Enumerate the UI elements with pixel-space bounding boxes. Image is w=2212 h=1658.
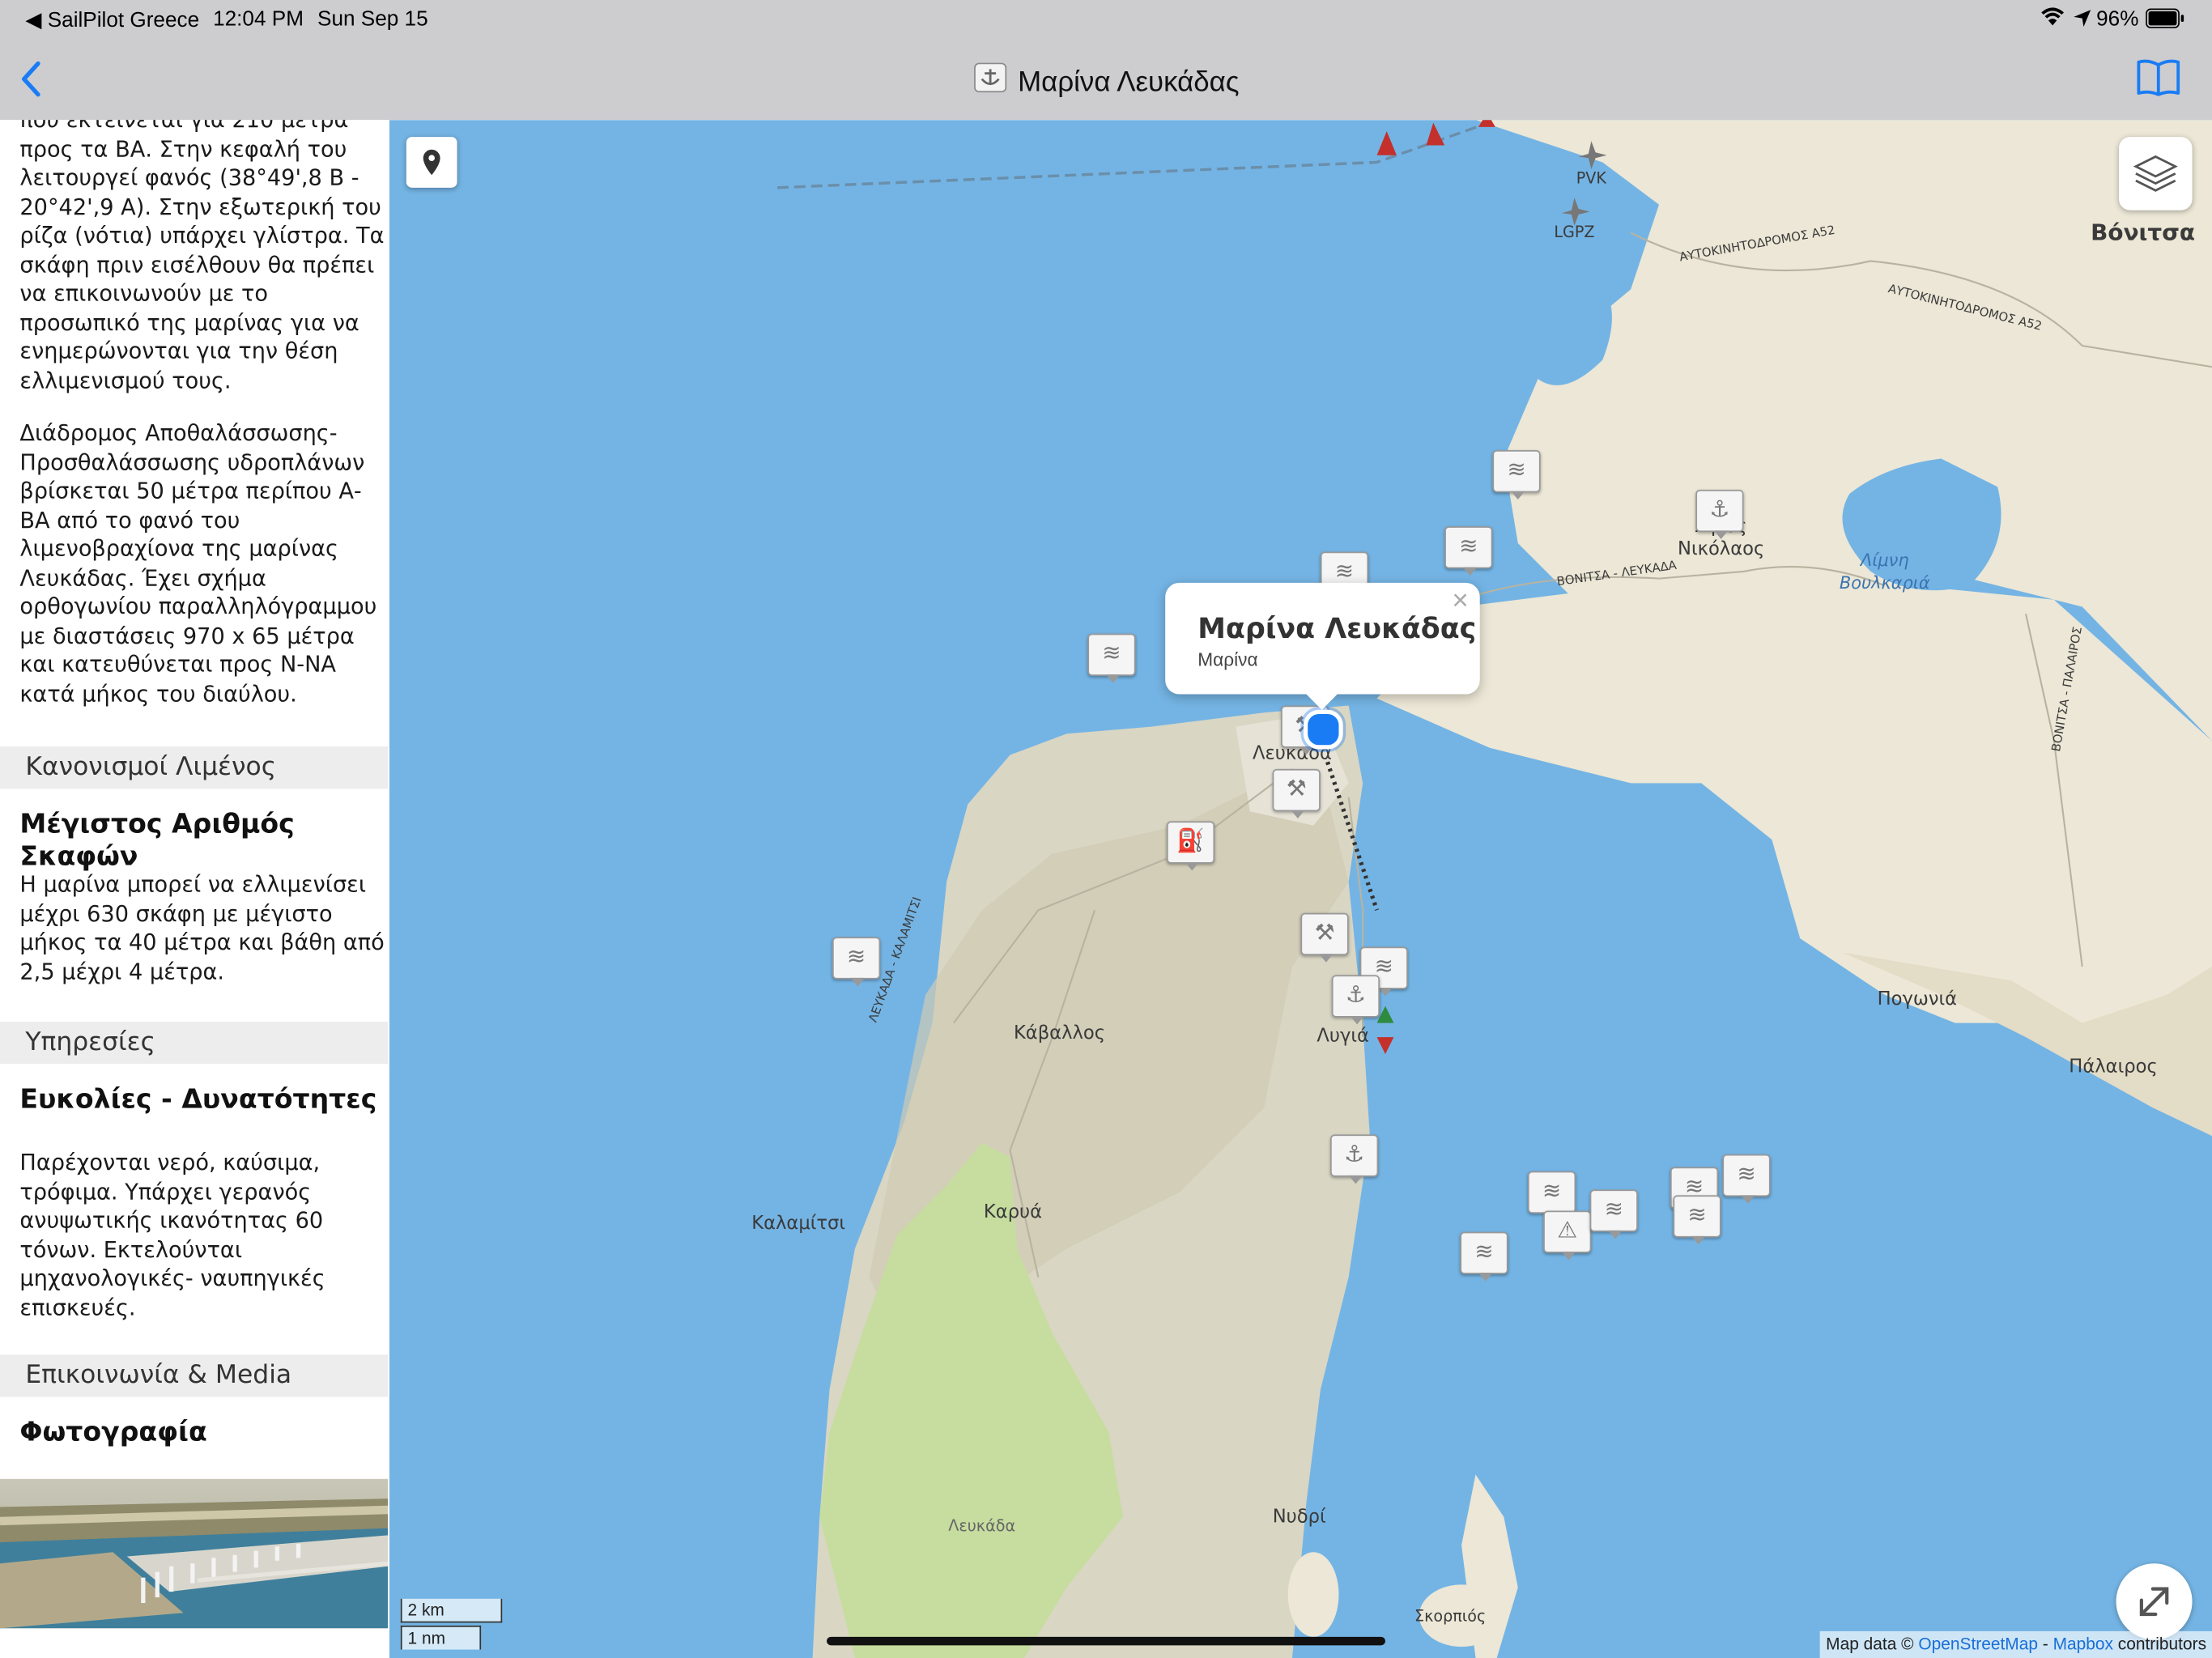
beach-marker[interactable]: ≋ [1589,1189,1638,1239]
marina-anchor-icon [972,62,1006,104]
beach-marker[interactable]: ≋ [1492,450,1541,500]
wifi-icon [2040,6,2065,36]
beach-marker[interactable]: ≋ [1460,1231,1508,1282]
anchorage-marker[interactable]: ⚓ [1330,1134,1379,1184]
battery-icon [2146,8,2185,35]
status-date: Sun Sep 15 [317,6,428,32]
label-kavallos: Κάβαλλος [1014,1022,1105,1044]
popup-close-button[interactable]: × [1452,585,1468,618]
battery-percent: 96% [2096,6,2139,32]
facilities-heading: Ευκολίες - Δυνατότητες [19,1083,377,1115]
page-title: Μαρίνα Λευκάδας [1018,66,1240,99]
openstreetmap-link[interactable]: OpenStreetMap [1918,1634,2038,1653]
repair-marker[interactable]: ⚒ [1272,768,1321,818]
beach-marker[interactable]: ≋ [1444,526,1493,576]
location-arrow-icon [2073,8,2092,35]
facilities-paragraph: Παρέχονται νερό, καύσιμα, τρόφιμα. Υπάρχ… [19,1150,325,1320]
fuel-marker[interactable]: ⛽ [1166,821,1215,871]
location-pin-icon [423,149,440,176]
top-bar: ◀ SailPilot Greece 12:04 PM Sun Sep 15 9… [0,0,2212,121]
home-indicator[interactable] [827,1636,1385,1646]
locate-button[interactable] [406,137,457,188]
anchorage-marker[interactable]: ⚓ [1331,975,1380,1025]
beach-marker[interactable]: ≋ [1722,1154,1771,1204]
section-header-contact: Επικοινωνία & Media [0,1354,389,1397]
label-kalamitsi: Καλαμίτσι [751,1213,845,1234]
beach-marker[interactable]: ≋ [1527,1171,1576,1221]
beach-marker[interactable]: ≋ [832,937,881,987]
expand-icon [2139,1587,2169,1617]
repair-marker[interactable]: ⚒ [1300,912,1349,963]
label-lake-a: Λίμνη [1859,551,1909,570]
map-attribution: Map data © OpenStreetMap - Mapbox contri… [1820,1630,2212,1658]
marina-popup[interactable]: Μαρίνα Λευκάδας Μαρίνα × [1165,582,1480,710]
label-karya: Καρυά [984,1201,1042,1222]
seaplane-paragraph: Διάδρομος Αποθαλάσσωσης- Προσθαλάσσωσης … [19,420,377,707]
book-button[interactable] [2134,57,2182,106]
label-nikolaos: Νικόλαος [1678,538,1764,559]
section-header-regulations: Κανονισμοί Λιμένος [0,746,389,789]
map-layers-button[interactable] [2119,137,2193,210]
nav-title-bar: Μαρίνα Λευκάδας [0,62,2212,104]
popup-title: Μαρίνα Λευκάδας [1197,610,1477,645]
back-to-app-link[interactable]: ◀ SailPilot Greece [25,7,199,32]
nautical-map[interactable]: Βόνιτσα Άγιος Νικόλαος Λίμνη Βουλκαριά Κ… [389,120,2212,1658]
fullscreen-button[interactable] [2116,1563,2193,1640]
popup-subtitle: Μαρίνα [1197,648,1258,670]
label-lefkada-mtn: Λευκάδα [948,1516,1015,1535]
beach-marker[interactable]: ≋ [1673,1195,1721,1245]
marina-photo[interactable] [0,1478,389,1629]
label-palairos: Πάλαιρος [2069,1056,2157,1078]
label-pogonia: Πογωνιά [1878,988,1957,1010]
layers-icon [2133,155,2178,192]
label-skorpios: Σκορπιός [1414,1607,1486,1626]
selected-location-marker[interactable] [1303,709,1343,750]
anchorage-marker[interactable]: ⚓ [1695,489,1744,539]
book-icon [2137,59,2180,96]
photo-heading: Φωτογραφία [19,1416,207,1448]
label-vonitsa: Βόνιτσα [2091,219,2195,245]
scale-bar: 2 km 1 nm [400,1598,503,1652]
label-nydri: Νυδρί [1273,1507,1326,1528]
max-vessels-paragraph: Η μαρίνα μπορεί να ελλιμενίσει μέχρι 630… [19,872,385,984]
label-lake-b: Βουλκαριά [1840,573,1930,593]
section-header-services: Υπηρεσίες [0,1021,389,1065]
beach-marker[interactable]: ≋ [1087,633,1136,683]
label-lygia: Λυγιά [1317,1025,1369,1046]
marina-details-panel[interactable]: που εκτείνεται για 210 μέτρα προς τα ΒΑ.… [0,120,389,1658]
label-pvk: PVK [1576,169,1607,188]
mapbox-link[interactable]: Mapbox [2053,1634,2113,1653]
scale-km: 2 km [407,1600,445,1620]
warning-marker[interactable]: ⚠ [1543,1210,1592,1261]
status-time: 12:04 PM [213,6,304,32]
scale-nm: 1 nm [407,1628,446,1648]
intro-paragraph: που εκτείνεται για 210 μέτρα προς τα ΒΑ.… [19,120,385,393]
max-vessels-heading: Μέγιστος Αριθμός Σκαφών [19,808,295,873]
